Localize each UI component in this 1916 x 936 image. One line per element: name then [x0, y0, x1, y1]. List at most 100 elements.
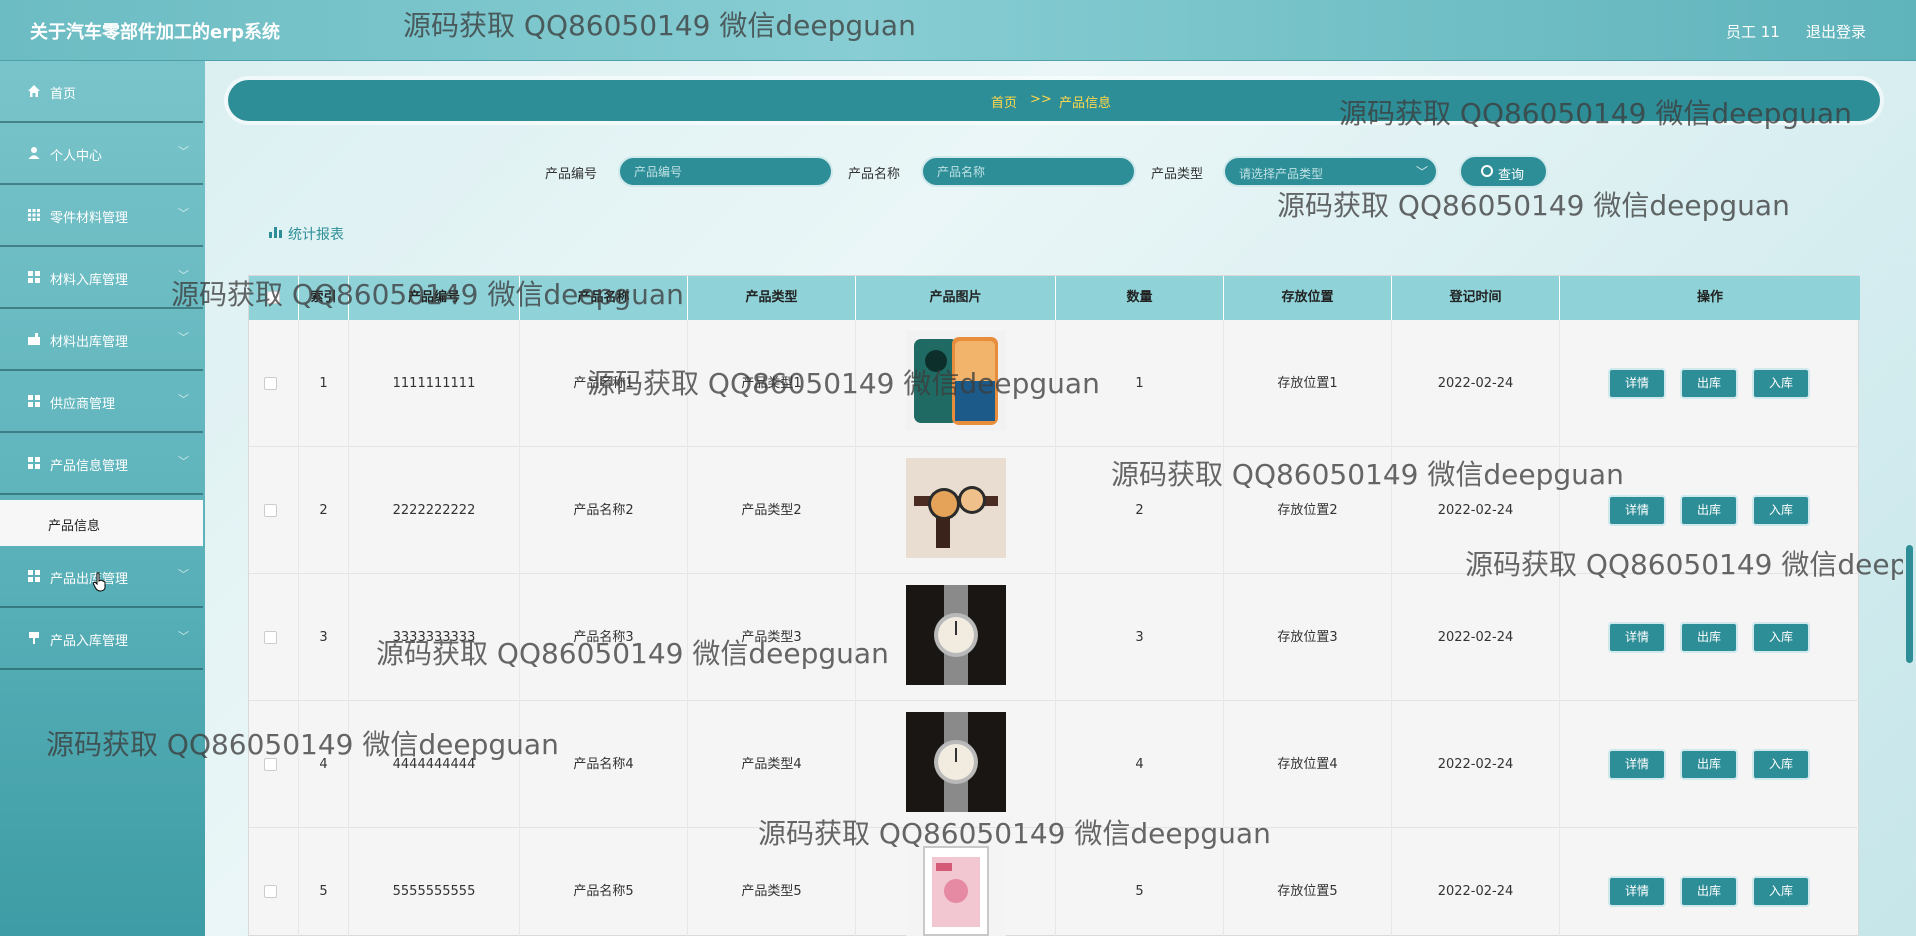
sidebar-item-profile[interactable]: 个人中心 ﹀: [0, 123, 203, 185]
breadcrumb: 首页 >> 产品信息: [228, 80, 1880, 121]
column-header: 产品名称: [520, 276, 688, 320]
watermark: 源码获取 QQ86050149 微信deepguan: [1277, 189, 1790, 222]
sidebar-item-material-outbound[interactable]: 材料出库管理 ﹀: [0, 309, 203, 371]
sidebar-item-label: 产品入库管理: [50, 634, 129, 649]
outbound-button[interactable]: 出库: [1680, 749, 1738, 780]
inbound-button[interactable]: 入库: [1752, 749, 1810, 780]
cell-date: 2022-02-24: [1392, 701, 1560, 828]
chevron-down-icon: ﹀: [178, 393, 189, 406]
chevron-down-icon: ﹀: [178, 568, 189, 581]
detail-button[interactable]: 详情: [1608, 749, 1666, 780]
page-scrollbar[interactable]: [1903, 61, 1916, 936]
sidebar-item-label: 材料出库管理: [50, 335, 129, 350]
sidebar-item-parts-materials[interactable]: 零件材料管理 ﹀: [0, 185, 203, 247]
product-type-label: 产品类型: [1151, 167, 1204, 182]
row-checkbox[interactable]: [264, 885, 277, 898]
search-icon: [1481, 165, 1493, 177]
product-code-input[interactable]: [618, 156, 833, 187]
detail-button[interactable]: 详情: [1608, 495, 1666, 526]
chevron-down-icon: ﹀: [178, 207, 189, 220]
cell-name: 产品名称2: [520, 447, 688, 574]
row-checkbox[interactable]: [264, 504, 277, 517]
logout-link[interactable]: 退出登录: [1806, 21, 1866, 42]
column-header: 登记时间: [1392, 276, 1560, 320]
app-title: 关于汽车零部件加工的erp系统: [30, 22, 280, 43]
cell-location: 存放位置5: [1224, 828, 1392, 936]
sidebar-subitem-label: 产品信息: [48, 519, 101, 534]
search-button[interactable]: 查询: [1459, 155, 1548, 188]
sidebar-subitem-product-info[interactable]: 产品信息: [0, 500, 203, 546]
cell-index: 3: [299, 574, 349, 701]
detail-button[interactable]: 详情: [1608, 876, 1666, 907]
cell-date: 2022-02-24: [1392, 574, 1560, 701]
outbound-button[interactable]: 出库: [1680, 368, 1738, 399]
cell-date: 2022-02-24: [1392, 320, 1560, 447]
chevron-down-icon: ﹀: [1416, 165, 1429, 179]
chevron-down-icon: ﹀: [178, 630, 189, 643]
sidebar-item-material-inbound[interactable]: 材料入库管理 ﹀: [0, 247, 203, 309]
cell-location: 存放位置4: [1224, 701, 1392, 828]
column-header: 产品编号: [349, 276, 520, 320]
cell-name: 产品名称4: [520, 701, 688, 828]
scrollbar-thumb[interactable]: [1906, 545, 1913, 663]
column-header: 操作: [1696, 290, 1723, 305]
sidebar-item-label: 产品出库管理: [50, 572, 129, 587]
product-image: [906, 458, 1006, 558]
select-all-header[interactable]: [249, 276, 299, 320]
column-header: 数量: [1056, 276, 1224, 320]
chevron-down-icon: ﹀: [178, 269, 189, 282]
cell-index: 1: [299, 320, 349, 447]
cell-code: 1111111111: [349, 320, 520, 447]
product-image: [906, 331, 1006, 431]
sidebar-item-label: 首页: [50, 87, 77, 102]
sidebar-item-product-info[interactable]: 产品信息管理 ﹀: [0, 433, 203, 495]
cell-location: 存放位置3: [1224, 574, 1392, 701]
grid-icon: [28, 457, 40, 469]
cell-date: 2022-02-24: [1392, 828, 1560, 936]
column-header: 产品类型: [688, 276, 856, 320]
inbound-button[interactable]: 入库: [1752, 876, 1810, 907]
inbound-button[interactable]: 入库: [1752, 622, 1810, 653]
cell-code: 5555555555: [349, 828, 520, 936]
column-header: 索引: [299, 276, 349, 320]
product-table: 索引 产品编号 产品名称 产品类型 产品图片 数量 存放位置 登记时间 操作 1…: [248, 275, 1860, 936]
cell-date: 2022-02-24: [1392, 447, 1560, 574]
inbound-button[interactable]: 入库: [1752, 495, 1810, 526]
cell-location: 存放位置1: [1224, 320, 1392, 447]
breadcrumb-separator: >>: [1030, 92, 1052, 107]
sidebar: 首页 个人中心 ﹀ 零件材料管理 ﹀ 材料入库管理 ﹀ 材料出库管理 ﹀ 供应商…: [0, 61, 205, 936]
table-row: 5 5555555555 产品名称5 产品类型5 5 存放位置5 2022-02…: [249, 828, 1860, 936]
select-all-checkbox[interactable]: [267, 291, 280, 304]
cell-quantity: 1: [1056, 320, 1224, 447]
detail-button[interactable]: 详情: [1608, 368, 1666, 399]
row-checkbox[interactable]: [264, 631, 277, 644]
chevron-down-icon: ﹀: [178, 145, 189, 158]
cell-location: 存放位置2: [1224, 447, 1392, 574]
outbound-button[interactable]: 出库: [1680, 876, 1738, 907]
sidebar-item-label: 个人中心: [50, 149, 103, 164]
cell-type: 产品类型4: [688, 701, 856, 828]
cell-quantity: 2: [1056, 447, 1224, 574]
cell-code: 2222222222: [349, 447, 520, 574]
cell-type: 产品类型1: [688, 320, 856, 447]
outbound-button[interactable]: 出库: [1680, 495, 1738, 526]
inbound-button[interactable]: 入库: [1752, 368, 1810, 399]
product-name-input[interactable]: [921, 156, 1136, 187]
outbound-button[interactable]: 出库: [1680, 622, 1738, 653]
sidebar-item-product-inbound[interactable]: 产品入库管理 ﹀: [0, 608, 203, 670]
row-checkbox[interactable]: [264, 377, 277, 390]
product-code-label: 产品编号: [545, 167, 598, 182]
table-row: 2 2222222222 产品名称2 产品类型2 2 存放位置2 2022-02…: [249, 447, 1860, 574]
row-checkbox[interactable]: [264, 758, 277, 771]
breadcrumb-home-link[interactable]: 首页: [991, 92, 1017, 111]
product-image: [906, 585, 1006, 685]
product-name-label: 产品名称: [848, 167, 901, 182]
column-header: 产品图片: [856, 276, 1056, 320]
product-type-select[interactable]: 请选择产品类型 ﹀: [1223, 156, 1438, 187]
cell-name: 产品名称5: [520, 828, 688, 936]
sidebar-item-home[interactable]: 首页: [0, 61, 203, 123]
sidebar-item-suppliers[interactable]: 供应商管理 ﹀: [0, 371, 203, 433]
cell-code: 4444444444: [349, 701, 520, 828]
cell-index: 4: [299, 701, 349, 828]
detail-button[interactable]: 详情: [1608, 622, 1666, 653]
